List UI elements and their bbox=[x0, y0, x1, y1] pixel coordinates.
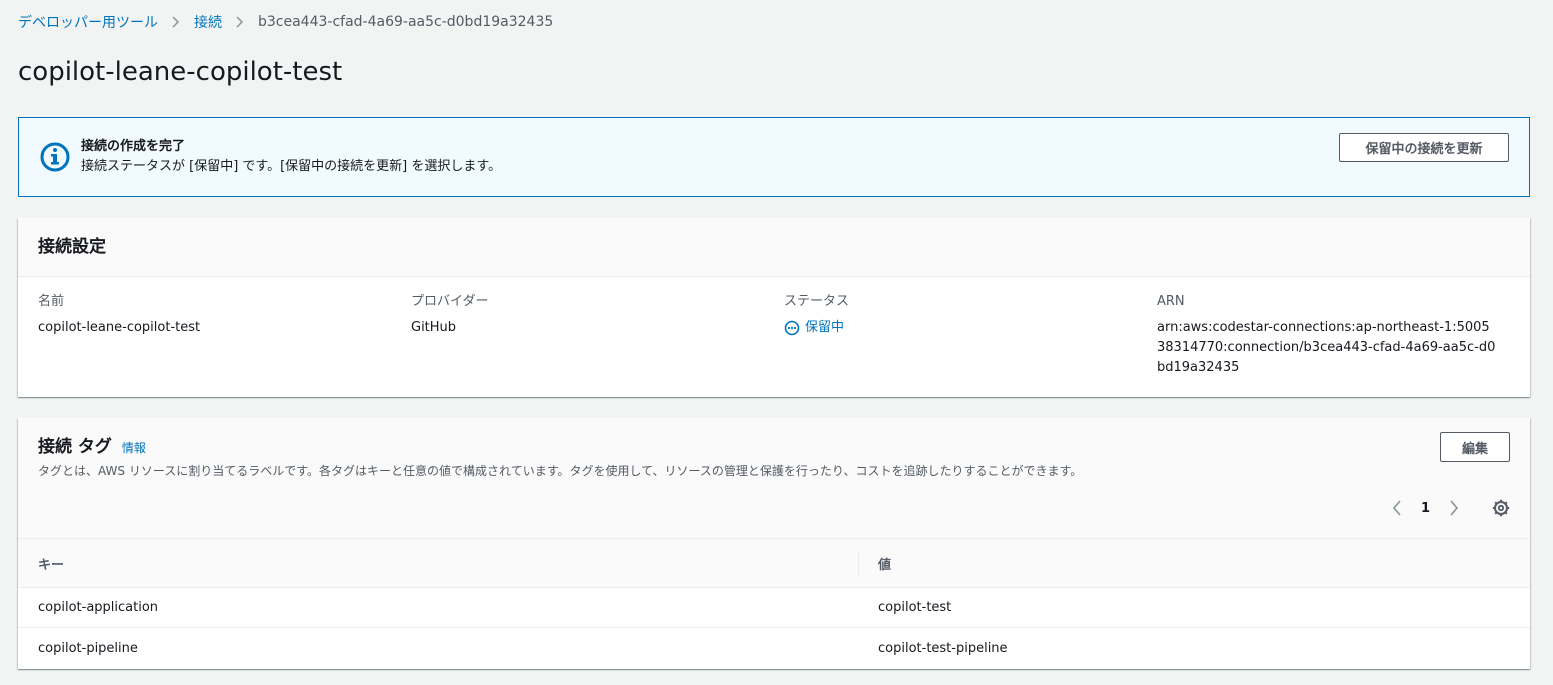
page-title: copilot-leane-copilot-test bbox=[18, 57, 343, 87]
tags-header: 接続 タグ 情報 bbox=[38, 435, 146, 459]
table-row: copilot-pipeline copilot-test-pipeline bbox=[18, 628, 1530, 668]
pagination: 1 bbox=[1389, 498, 1510, 518]
panel-header: 接続 タグ 情報 タグとは、AWS リソースに割り当てるラベルです。各タグはキー… bbox=[18, 418, 1530, 539]
column-header-value[interactable]: 値 bbox=[878, 539, 891, 587]
status-text: 保留中 bbox=[805, 320, 845, 335]
connection-settings-title: 接続設定 bbox=[38, 237, 106, 257]
tag-key-cell: copilot-application bbox=[38, 600, 159, 615]
arn-label: ARN bbox=[1157, 294, 1185, 309]
arn-value: arn:aws:codestar-connections:ap-northeas… bbox=[1157, 320, 1496, 375]
breadcrumb-current: b3cea443-cfad-4a69-aa5c-d0bd19a32435 bbox=[258, 14, 554, 30]
breadcrumb: デベロッパー用ツール 接続 b3cea443-cfad-4a69-aa5c-d0… bbox=[18, 12, 553, 32]
tags-table: キー 値 copilot-application copilot-test co… bbox=[18, 539, 1530, 668]
table-row: copilot-application copilot-test bbox=[18, 588, 1530, 628]
tags-description: タグとは、AWS リソースに割り当てるラベルです。各タグはキーと任意の値で構成さ… bbox=[38, 464, 1083, 478]
tag-value-cell: copilot-test-pipeline bbox=[878, 640, 1008, 656]
flash-message: 接続ステータスが [保留中] です。[保留中の接続を更新] を選択します。 bbox=[81, 159, 502, 174]
info-flash-banner: 接続の作成を完了 接続ステータスが [保留中] です。[保留中の接続を更新] を… bbox=[18, 117, 1530, 197]
name-field: 名前 copilot-leane-copilot-test bbox=[38, 293, 200, 338]
provider-value: GitHub bbox=[411, 320, 457, 335]
flash-title: 接続の作成を完了 bbox=[81, 139, 186, 154]
tag-key-cell: copilot-pipeline bbox=[38, 640, 138, 656]
tag-value-cell: copilot-test bbox=[878, 600, 952, 615]
chevron-left-icon[interactable] bbox=[1389, 500, 1405, 516]
info-icon bbox=[39, 141, 71, 173]
gear-icon[interactable] bbox=[1492, 499, 1510, 517]
breadcrumb-developer-tools[interactable]: デベロッパー用ツール bbox=[18, 12, 158, 32]
tags-title: 接続 タグ bbox=[38, 437, 112, 457]
info-link[interactable]: 情報 bbox=[122, 439, 146, 456]
arn-field: ARN arn:aws:codestar-connections:ap-nort… bbox=[1157, 293, 1497, 378]
chevron-right-icon bbox=[172, 16, 180, 28]
status-value: 保留中 bbox=[784, 318, 849, 338]
pending-status-icon bbox=[784, 320, 800, 336]
column-divider[interactable] bbox=[858, 551, 859, 576]
breadcrumb-connections[interactable]: 接続 bbox=[194, 12, 222, 32]
table-header-row: キー 値 bbox=[18, 539, 1530, 588]
current-page-number[interactable]: 1 bbox=[1421, 501, 1430, 516]
status-label: ステータス bbox=[784, 294, 850, 309]
edit-button[interactable]: 編集 bbox=[1440, 432, 1510, 462]
column-header-key[interactable]: キー bbox=[38, 539, 64, 587]
connection-tags-panel: 接続 タグ 情報 タグとは、AWS リソースに割り当てるラベルです。各タグはキー… bbox=[18, 418, 1530, 669]
chevron-right-icon[interactable] bbox=[1446, 500, 1462, 516]
status-field: ステータス 保留中 bbox=[784, 293, 849, 338]
connection-settings-panel: 接続設定 名前 copilot-leane-copilot-test プロバイダ… bbox=[18, 218, 1530, 397]
provider-field: プロバイダー GitHub bbox=[411, 293, 488, 338]
panel-header: 接続設定 bbox=[18, 218, 1530, 277]
chevron-right-icon bbox=[236, 16, 244, 28]
name-label: 名前 bbox=[38, 294, 65, 309]
provider-label: プロバイダー bbox=[411, 294, 489, 309]
update-pending-connection-button[interactable]: 保留中の接続を更新 bbox=[1339, 133, 1509, 162]
name-value: copilot-leane-copilot-test bbox=[38, 320, 201, 335]
